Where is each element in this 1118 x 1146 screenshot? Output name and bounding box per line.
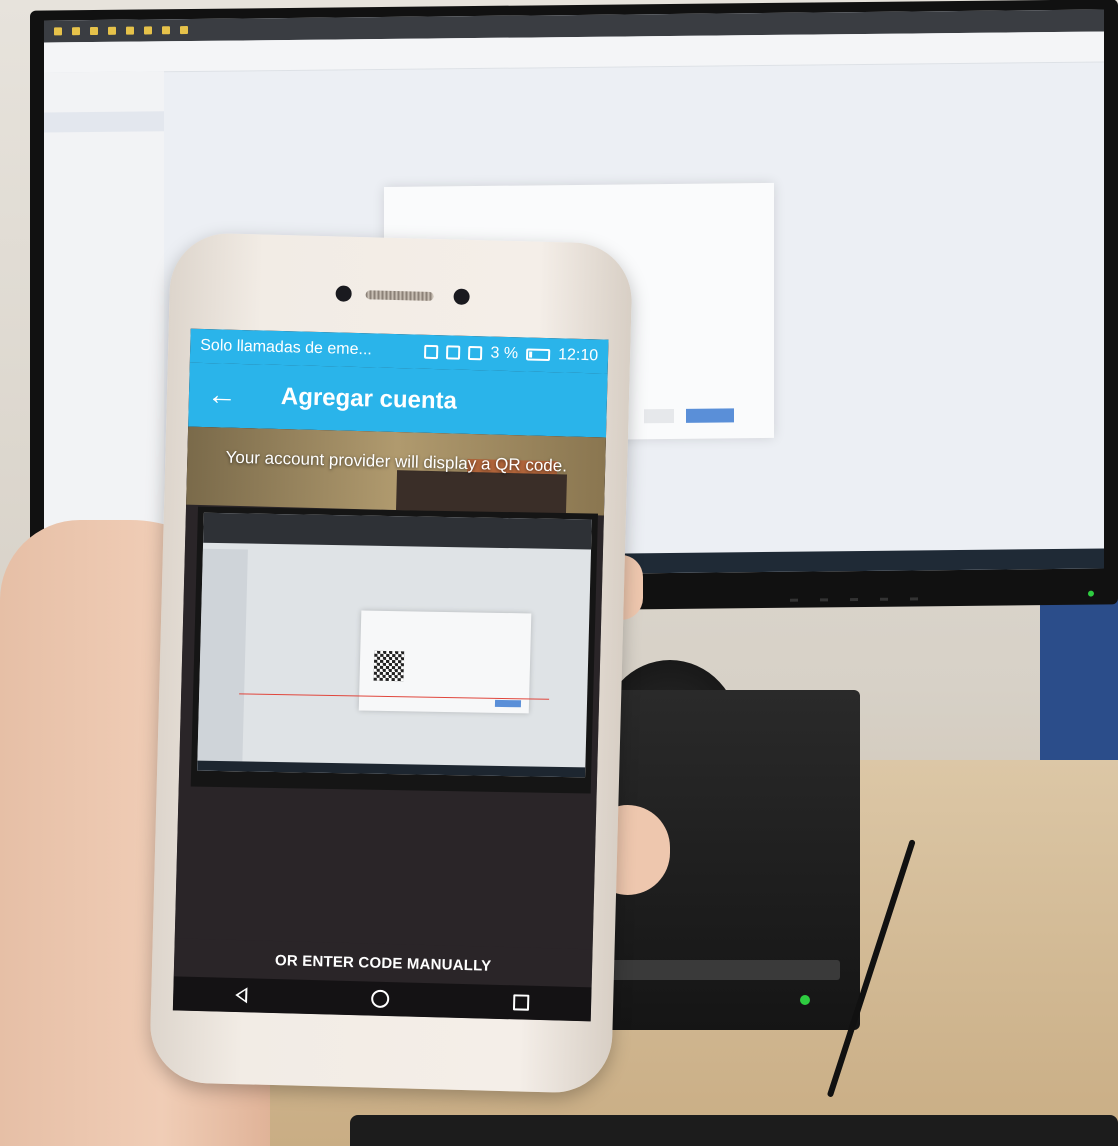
front-camera [453,288,470,305]
dialog-next-button [686,408,734,423]
sidebar-item [44,91,164,112]
sidebar-item [44,131,164,152]
dialog-back-button [644,408,674,424]
vibrate-icon [446,345,461,360]
nav-home-icon[interactable] [370,989,390,1009]
nav-recents-icon[interactable] [512,994,530,1011]
sidebar-item-active [44,111,164,133]
captured-sidebar [197,548,248,772]
sidebar-item [44,171,164,192]
bookmark [162,26,170,34]
status-time: 12:10 [557,346,599,365]
ms-sidebar [44,71,164,580]
captured-taskbar [197,760,586,778]
battery-percent: 3 % [490,344,519,363]
camera-background: Your account provider will display a QR … [186,426,606,516]
sidebar-item [44,151,164,172]
captured-screen [197,512,592,778]
qr-code [373,650,405,682]
bookmark [180,26,188,34]
keyboard [350,1115,1118,1146]
enter-code-manually-button[interactable]: OR ENTER CODE MANUALLY [265,945,502,980]
proximity-sensor [335,285,352,302]
nfc-icon [424,344,439,360]
captured-browser-bar [203,512,592,550]
app-bar: ← Agregar cuenta [188,362,608,438]
bookmark [90,27,98,35]
power-led [800,995,810,1005]
optical-drive [580,960,840,980]
scene-object [396,470,567,515]
qr-camera-viewfinder[interactable]: Your account provider will display a QR … [174,426,606,950]
captured-next-button [494,699,522,708]
captured-monitor [190,506,598,794]
nav-back-icon[interactable] [235,987,248,1004]
page-title: Agregar cuenta [280,383,458,415]
phone-screen: Solo llamadas de eme... 3 % 12:10 ← Agre… [172,328,609,1022]
monitor-power-led [1088,590,1094,597]
earpiece-speaker [365,290,434,301]
status-notice: Solo llamadas de eme... [200,336,373,359]
bookmark [144,26,152,34]
bookmark [54,27,62,35]
smartphone: Solo llamadas de eme... 3 % 12:10 ← Agre… [148,232,634,1094]
arrow-left-icon[interactable]: ← [207,378,238,412]
status-indicators: 3 % 12:10 [424,343,598,366]
bookmark [108,27,116,35]
bookmark [72,27,80,35]
eye-comfort-icon [468,345,483,361]
bookmark [126,27,134,35]
monitor-buttons [790,597,918,602]
battery-icon [525,348,551,362]
